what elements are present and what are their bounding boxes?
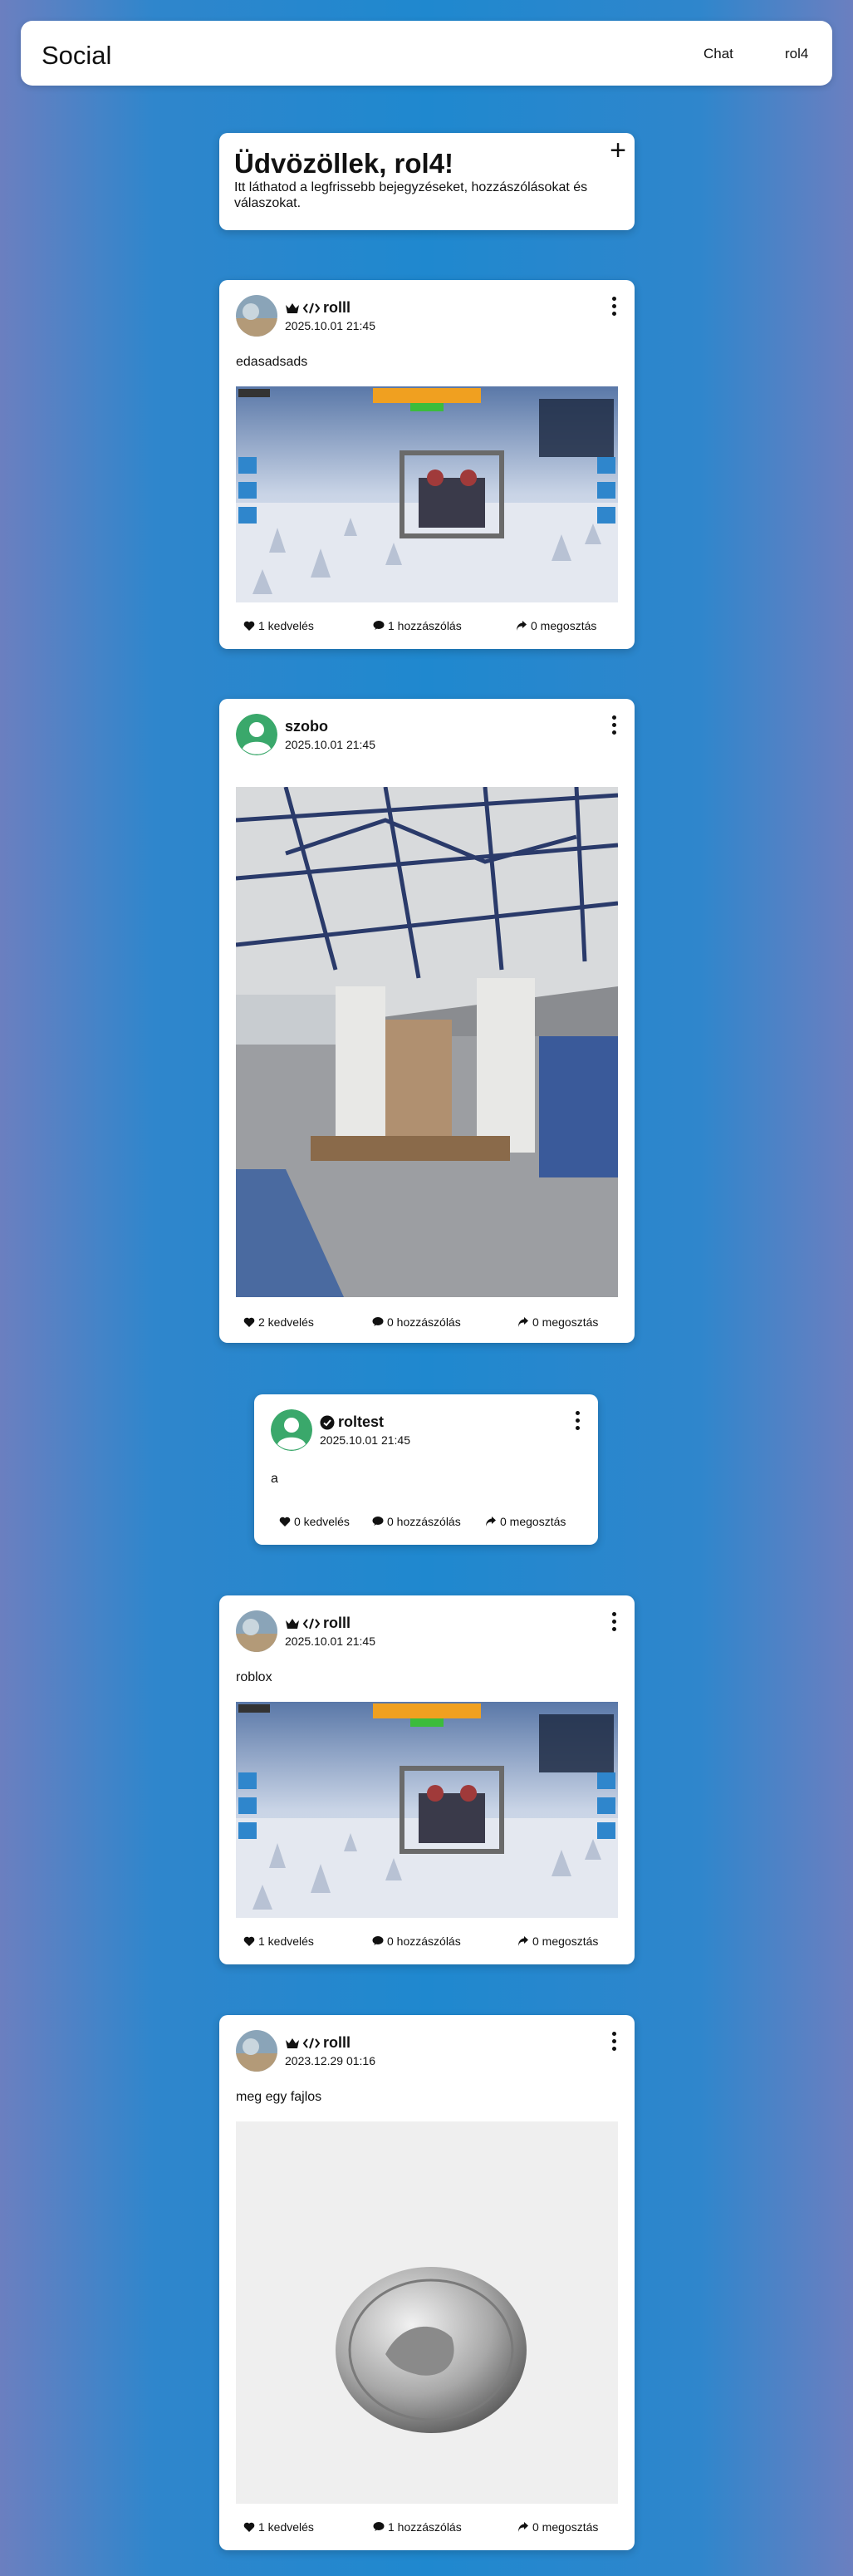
share-count: 0 megosztás <box>531 619 597 632</box>
comment-count: 0 hozzászólás <box>387 1515 461 1528</box>
welcome-subtitle: Itt láthatod a legfrissebb bejegyzéseket… <box>234 180 588 210</box>
share-count: 0 megosztás <box>532 1934 599 1948</box>
share-button[interactable]: 0 megosztás <box>517 1315 598 1329</box>
like-count: 1 kedvelés <box>258 1934 314 1948</box>
share-icon <box>485 1516 497 1527</box>
share-count: 0 megosztás <box>532 2520 599 2534</box>
crown-icon <box>285 302 300 314</box>
add-post-button[interactable]: + <box>610 136 626 165</box>
like-button[interactable]: 0 kedvelés <box>279 1515 350 1528</box>
comment-button[interactable]: 1 hozzászólás <box>373 619 462 632</box>
comment-icon <box>372 1316 384 1328</box>
author-name: roltest <box>338 1413 385 1430</box>
heart-icon <box>243 1935 255 1947</box>
verified-icon <box>320 1415 335 1430</box>
nav-link-chat[interactable]: Chat <box>703 46 733 62</box>
post-author[interactable]: rolll <box>285 2034 351 2052</box>
comment-icon <box>373 2521 385 2533</box>
post-card: roltest 2025.10.01 21:45 a 0 kedvelés 0 … <box>254 1394 598 1545</box>
post-image[interactable] <box>236 1702 618 1918</box>
heart-icon <box>243 2521 255 2533</box>
post-author[interactable]: roltest <box>320 1413 384 1431</box>
post-text: edasadsads <box>236 355 308 369</box>
heart-icon <box>243 620 255 632</box>
post-date: 2023.12.29 01:16 <box>285 2054 375 2067</box>
brand-logo[interactable]: Social <box>42 41 111 71</box>
post-image[interactable] <box>236 2121 618 2504</box>
share-button[interactable]: 0 megosztás <box>516 619 596 632</box>
author-name: rolll <box>323 1615 351 1631</box>
default-avatar[interactable] <box>271 1409 312 1451</box>
crown-icon <box>285 2038 300 2049</box>
like-count: 0 kedvelés <box>294 1515 350 1528</box>
post-date: 2025.10.01 21:45 <box>285 319 375 332</box>
welcome-title: Üdvözöllek, rol4! <box>234 148 454 179</box>
post-image[interactable] <box>236 787 618 1297</box>
nav-link-user[interactable]: rol4 <box>785 46 808 62</box>
share-button[interactable]: 0 megosztás <box>485 1515 566 1528</box>
post-text: a <box>271 1472 278 1486</box>
comment-button[interactable]: 1 hozzászólás <box>373 2520 462 2534</box>
post-image[interactable] <box>236 386 618 602</box>
post-card: rolll 2023.12.29 01:16 meg egy fajlos 1 … <box>219 2015 635 2550</box>
share-icon <box>517 1316 529 1328</box>
author-name: rolll <box>323 2034 351 2051</box>
kebab-menu-icon[interactable] <box>611 1612 616 1632</box>
kebab-menu-icon[interactable] <box>611 297 616 317</box>
like-count: 1 kedvelés <box>258 2520 314 2534</box>
post-card: rolll 2025.10.01 21:45 edasadsads 1 kedv… <box>219 280 635 649</box>
share-icon <box>516 620 527 632</box>
code-icon <box>303 302 320 314</box>
post-text: roblox <box>236 1670 272 1684</box>
post-author[interactable]: szobo <box>285 718 328 735</box>
post-card: rolll 2025.10.01 21:45 roblox 1 kedvelés… <box>219 1595 635 1964</box>
comment-button[interactable]: 0 hozzászólás <box>372 1515 461 1528</box>
post-author[interactable]: rolll <box>285 1615 351 1632</box>
heart-icon <box>279 1516 291 1527</box>
post-date: 2025.10.01 21:45 <box>285 1635 375 1648</box>
avatar[interactable] <box>236 2030 277 2072</box>
kebab-menu-icon[interactable] <box>575 1411 580 1431</box>
author-name: szobo <box>285 718 328 735</box>
code-icon <box>303 2038 320 2049</box>
comment-count: 1 hozzászólás <box>388 2520 462 2534</box>
post-text: meg egy fajlos <box>236 2090 322 2104</box>
like-button[interactable]: 1 kedvelés <box>243 619 314 632</box>
post-card: szobo 2025.10.01 21:45 2 kedvelés 0 hozz… <box>219 699 635 1343</box>
default-avatar[interactable] <box>236 714 277 755</box>
code-icon <box>303 1618 320 1630</box>
like-button[interactable]: 1 kedvelés <box>243 2520 314 2534</box>
heart-icon <box>243 1316 255 1328</box>
kebab-menu-icon[interactable] <box>611 2032 616 2052</box>
crown-icon <box>285 1618 300 1630</box>
like-count: 1 kedvelés <box>258 619 314 632</box>
share-count: 0 megosztás <box>532 1315 599 1329</box>
post-date: 2025.10.01 21:45 <box>285 738 375 751</box>
comment-icon <box>372 1935 384 1947</box>
welcome-card: Üdvözöllek, rol4! Itt láthatod a legfris… <box>219 133 635 230</box>
post-author[interactable]: rolll <box>285 299 351 317</box>
comment-count: 0 hozzászólás <box>387 1315 461 1329</box>
avatar[interactable] <box>236 295 277 337</box>
share-icon <box>517 2521 529 2533</box>
comment-icon <box>373 620 385 632</box>
like-button[interactable]: 2 kedvelés <box>243 1315 314 1329</box>
share-icon <box>517 1935 529 1947</box>
like-count: 2 kedvelés <box>258 1315 314 1329</box>
top-navbar: Social Chat rol4 <box>21 21 832 86</box>
comment-count: 0 hozzászólás <box>387 1934 461 1948</box>
share-count: 0 megosztás <box>500 1515 566 1528</box>
comment-button[interactable]: 0 hozzászólás <box>372 1934 461 1948</box>
kebab-menu-icon[interactable] <box>611 715 616 735</box>
author-name: rolll <box>323 299 351 316</box>
share-button[interactable]: 0 megosztás <box>517 1934 598 1948</box>
like-button[interactable]: 1 kedvelés <box>243 1934 314 1948</box>
comment-count: 1 hozzászólás <box>388 619 462 632</box>
comment-button[interactable]: 0 hozzászólás <box>372 1315 461 1329</box>
post-date: 2025.10.01 21:45 <box>320 1433 410 1447</box>
comment-icon <box>372 1516 384 1527</box>
avatar[interactable] <box>236 1610 277 1652</box>
share-button[interactable]: 0 megosztás <box>517 2520 598 2534</box>
